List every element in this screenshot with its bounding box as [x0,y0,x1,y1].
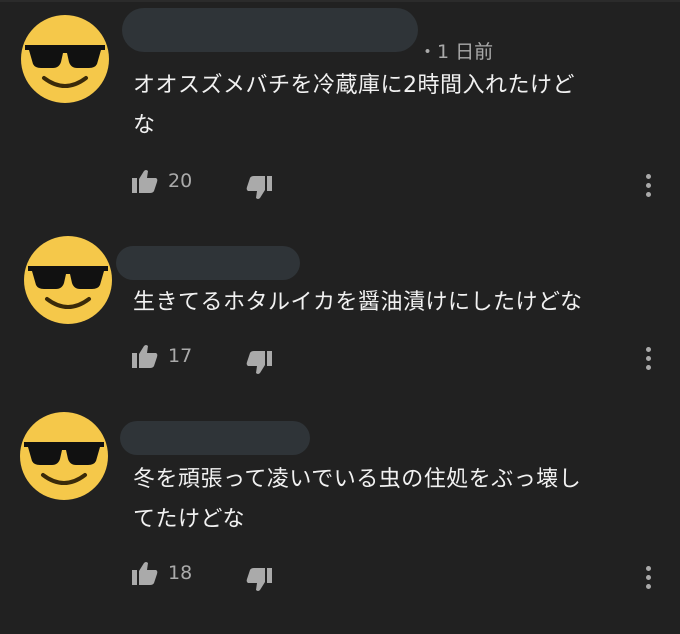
sunglasses-smiley-icon [24,442,104,485]
more-options-button[interactable] [638,172,658,202]
sunglasses-smiley-icon [28,266,108,309]
comment-text: 冬を頑張って凌いでいる虫の住処をぶっ壊し てたけどな [133,460,581,540]
more-options-button[interactable] [638,564,658,594]
like-button[interactable]: 20 [132,169,192,193]
thumbs-down-icon [246,176,272,199]
thumbs-up-icon [132,562,158,585]
comment-text-line: 冬を頑張って凌いでいる虫の住処をぶっ壊し [133,467,582,492]
avatar[interactable] [21,15,109,103]
comment-text-line: てたけどな [133,507,246,532]
comment-text-line: オオスズメバチを冷蔵庫に2時間入れたけど [133,73,575,98]
thumbs-up-icon [132,345,158,368]
dislike-button[interactable] [246,351,272,375]
like-count: 20 [168,170,193,192]
like-button[interactable]: 18 [132,561,192,585]
comment-text-line: 生きてるホタルイカを醤油漬けにしたけどな [133,290,583,315]
like-count: 18 [168,562,193,584]
thumbs-down-icon [246,351,272,374]
like-button[interactable]: 17 [132,344,192,368]
top-divider [0,0,680,2]
author-name-redacted [122,8,418,52]
avatar[interactable] [20,412,108,500]
comment-text-line: な [133,113,156,138]
like-count: 17 [168,345,193,367]
thumbs-up-icon [132,170,158,193]
author-name-redacted [120,421,310,455]
comment-text: オオスズメバチを冷蔵庫に2時間入れたけど な [133,66,575,146]
comment-text: 生きてるホタルイカを醤油漬けにしたけどな [133,283,583,323]
dislike-button[interactable] [246,568,272,592]
thumbs-down-icon [246,568,272,591]
more-options-button[interactable] [638,345,658,375]
sunglasses-smiley-icon [25,45,105,88]
comment-timestamp: ・1 日前 [418,41,494,63]
avatar[interactable] [24,236,112,324]
dislike-button[interactable] [246,176,272,200]
author-name-redacted [116,246,300,280]
